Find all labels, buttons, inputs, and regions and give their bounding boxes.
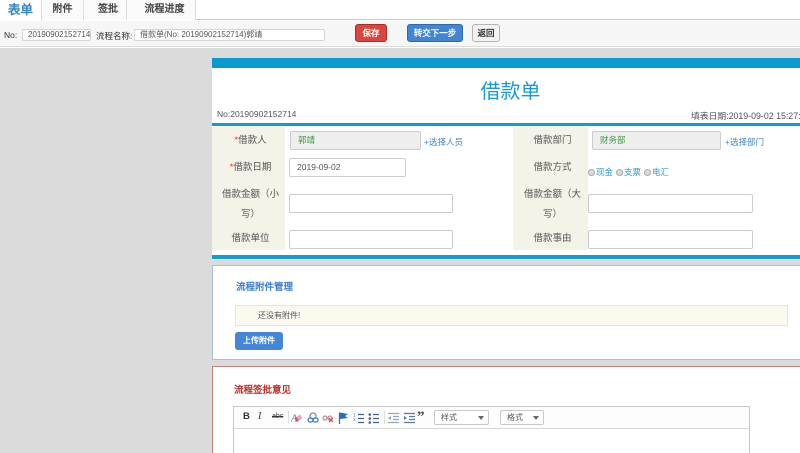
svg-text:2: 2	[353, 417, 356, 422]
